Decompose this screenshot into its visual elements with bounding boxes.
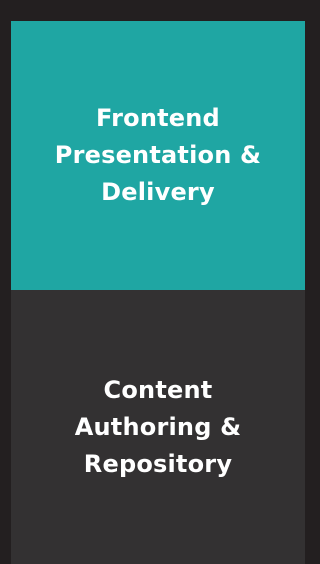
content-layer: Content Authoring & Repository: [11, 290, 305, 564]
content-layer-label: Content Authoring & Repository: [74, 375, 242, 478]
architecture-stack: Frontend Presentation & Delivery Content…: [11, 21, 305, 564]
frontend-layer-label: Frontend Presentation & Delivery: [54, 104, 262, 206]
frontend-layer: Frontend Presentation & Delivery: [11, 21, 305, 290]
